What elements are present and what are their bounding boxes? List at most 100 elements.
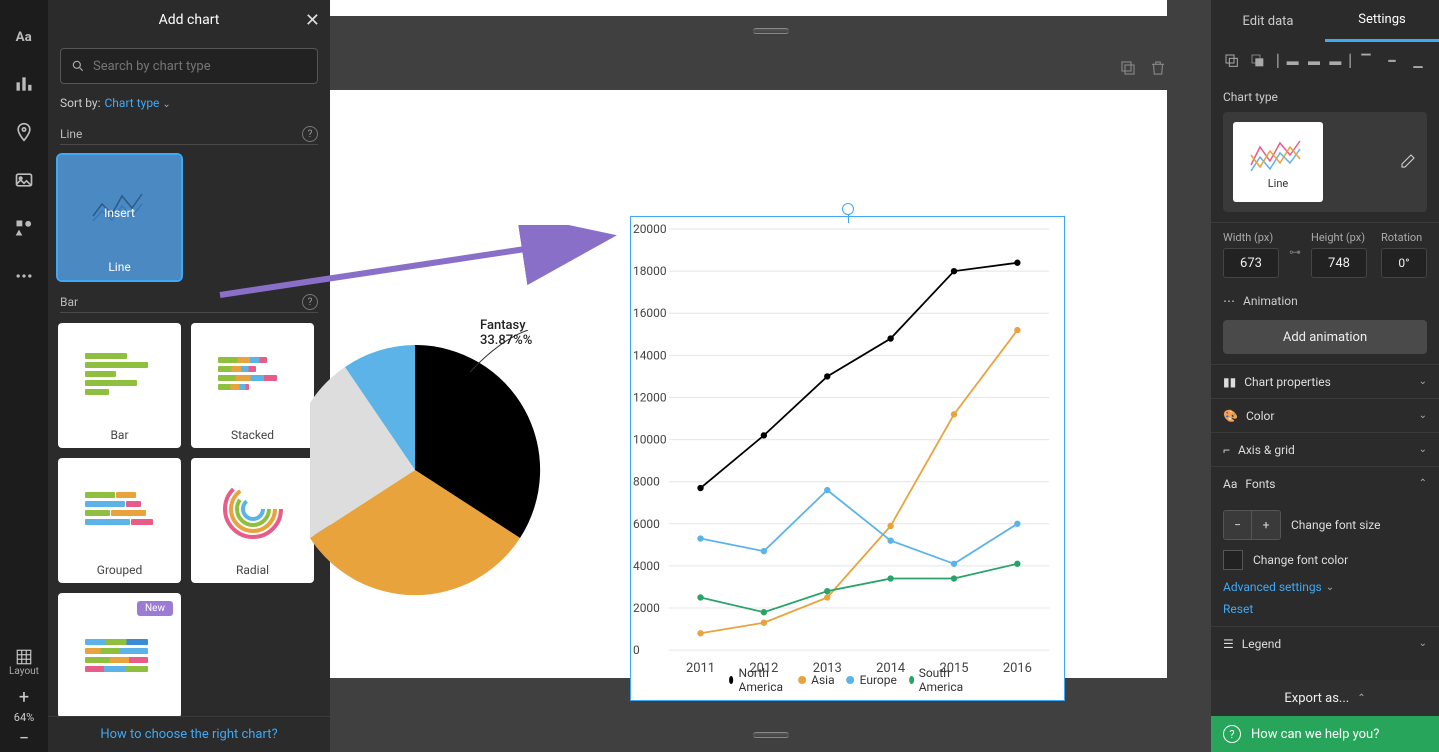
- zoom-out-button[interactable]: −: [0, 724, 48, 752]
- advanced-settings-link[interactable]: Advanced settings ⌄: [1223, 580, 1427, 594]
- duplicate-icon[interactable]: [1119, 59, 1137, 77]
- link-dims-icon[interactable]: ⊶: [1289, 245, 1301, 259]
- legend-item[interactable]: Europe: [847, 666, 897, 694]
- add-animation-button[interactable]: Add animation: [1223, 320, 1427, 354]
- align-left-icon[interactable]: ▏▬: [1277, 50, 1299, 72]
- insert-label: Insert: [104, 206, 135, 220]
- card-caption: Stacked: [231, 424, 274, 448]
- map-tool-icon[interactable]: [0, 108, 48, 156]
- tab-edit-data[interactable]: Edit data: [1211, 0, 1325, 42]
- change-font-size-label: Change font size: [1291, 518, 1381, 532]
- line-chart[interactable]: 0200040006000800010000120001400016000180…: [630, 216, 1065, 701]
- chart-card-radial[interactable]: Radial: [191, 458, 314, 583]
- svg-text:4000: 4000: [633, 559, 660, 573]
- export-button[interactable]: Export as...⌃: [1211, 680, 1439, 716]
- change-font-color-label: Change font color: [1253, 553, 1348, 567]
- height-input[interactable]: [1311, 248, 1367, 278]
- acc-chart-properties[interactable]: ▮▮Chart properties⌄: [1211, 364, 1439, 398]
- chart-type-label: Chart type: [1223, 90, 1427, 104]
- svg-text:18000: 18000: [633, 264, 667, 278]
- image-tool-icon[interactable]: [0, 156, 48, 204]
- font-increase-button[interactable]: +: [1252, 511, 1280, 539]
- right-panel: Edit data Settings ▏▬ ▬ ▬▕ ▔ ━ ▁ Chart t…: [1211, 0, 1439, 752]
- shapes-tool-icon[interactable]: [0, 204, 48, 252]
- edit-chart-type-icon[interactable]: [1399, 152, 1417, 173]
- category-line: Line: [60, 127, 82, 141]
- rotate-handle-icon[interactable]: [842, 203, 854, 215]
- width-label: Width (px): [1223, 231, 1279, 244]
- chart-card-grouped[interactable]: Grouped: [58, 458, 181, 583]
- chart-card-bar[interactable]: Bar: [58, 323, 181, 448]
- layout-label: Layout: [9, 666, 39, 677]
- svg-text:2011: 2011: [686, 661, 715, 676]
- font-icon: Aa: [1223, 477, 1237, 491]
- chart-type-thumb[interactable]: Line: [1233, 122, 1323, 202]
- canvas-area: Fantasy 33.87%% 020004000600080001000012…: [330, 0, 1211, 752]
- align-hcenter-icon[interactable]: ▬: [1303, 50, 1325, 72]
- layers-front-icon[interactable]: [1247, 50, 1269, 72]
- animation-icon: ⋯: [1223, 294, 1235, 308]
- layers-back-icon[interactable]: [1221, 50, 1243, 72]
- reset-link[interactable]: Reset: [1223, 602, 1427, 616]
- left-toolbar: Aa Layout + 64% −: [0, 0, 48, 752]
- align-vcenter-icon[interactable]: ━: [1381, 50, 1403, 72]
- howto-link[interactable]: How to choose the right chart?: [48, 716, 330, 752]
- svg-text:Aa: Aa: [16, 30, 32, 45]
- svg-text:16000: 16000: [633, 306, 667, 320]
- chart-tool-icon[interactable]: [0, 60, 48, 108]
- width-input[interactable]: [1223, 248, 1279, 278]
- font-decrease-button[interactable]: −: [1224, 511, 1252, 539]
- rotation-label: Rotation: [1381, 231, 1427, 244]
- sort-dropdown[interactable]: Chart type ⌄: [105, 96, 171, 110]
- svg-text:0: 0: [633, 643, 640, 657]
- align-top-icon[interactable]: ▔: [1355, 50, 1377, 72]
- chart-search[interactable]: [60, 48, 318, 84]
- chart-card-line[interactable]: Insert Line: [58, 155, 181, 280]
- align-bottom-icon[interactable]: ▁: [1407, 50, 1429, 72]
- help-icon[interactable]: ?: [302, 126, 318, 142]
- search-input[interactable]: [93, 59, 307, 74]
- list-icon: ☰: [1223, 637, 1234, 651]
- svg-text:2016: 2016: [1003, 661, 1032, 676]
- panel-title: Add chart: [159, 12, 220, 28]
- rotation-input[interactable]: 0°: [1381, 248, 1427, 278]
- tab-settings[interactable]: Settings: [1325, 0, 1439, 42]
- text-tool-icon[interactable]: Aa: [0, 12, 48, 60]
- svg-text:10000: 10000: [633, 433, 667, 447]
- bar-icon: ▮▮: [1223, 375, 1236, 389]
- svg-text:12000: 12000: [633, 390, 667, 404]
- legend-item[interactable]: North America: [729, 666, 787, 694]
- animation-label: Animation: [1243, 294, 1298, 308]
- sort-label: Sort by:: [60, 96, 101, 110]
- search-icon: [71, 59, 85, 73]
- acc-color[interactable]: 🎨Color⌄: [1211, 398, 1439, 432]
- chart-card-new[interactable]: New: [58, 593, 181, 716]
- palette-icon: 🎨: [1223, 409, 1238, 423]
- close-icon[interactable]: ✕: [305, 10, 320, 31]
- zoom-in-button[interactable]: +: [0, 683, 48, 711]
- svg-text:20000: 20000: [633, 222, 667, 236]
- add-chart-panel: Add chart ✕ Sort by: Chart type ⌄ Line ?: [48, 0, 330, 752]
- acc-legend[interactable]: ☰Legend⌄: [1211, 626, 1439, 660]
- font-color-swatch[interactable]: [1223, 550, 1243, 570]
- chart-card-stacked[interactable]: Stacked: [191, 323, 314, 448]
- pie-chart[interactable]: Fantasy 33.87%%: [310, 290, 570, 650]
- help-button[interactable]: ?How can we help you?: [1211, 716, 1439, 752]
- layout-button[interactable]: Layout: [0, 642, 48, 683]
- legend-item[interactable]: Asia: [798, 666, 834, 694]
- axis-icon: ⌐: [1223, 443, 1230, 457]
- acc-fonts[interactable]: AaFonts⌃: [1211, 466, 1439, 500]
- card-caption: Bar: [110, 424, 128, 448]
- svg-text:2000: 2000: [633, 601, 660, 615]
- legend-item[interactable]: South America: [909, 666, 967, 694]
- drag-handle-icon[interactable]: [753, 28, 789, 34]
- drag-handle-icon[interactable]: [753, 732, 789, 738]
- svg-text:6000: 6000: [633, 517, 660, 531]
- acc-axis-grid[interactable]: ⌐Axis & grid⌄: [1211, 432, 1439, 466]
- more-tool-icon[interactable]: [0, 252, 48, 300]
- align-right-icon[interactable]: ▬▕: [1329, 50, 1351, 72]
- category-bar: Bar: [60, 295, 78, 309]
- canvas-page[interactable]: Fantasy 33.87%% 020004000600080001000012…: [330, 90, 1167, 678]
- pie-slice-label: Fantasy 33.87%%: [480, 318, 570, 348]
- trash-icon[interactable]: [1149, 59, 1167, 77]
